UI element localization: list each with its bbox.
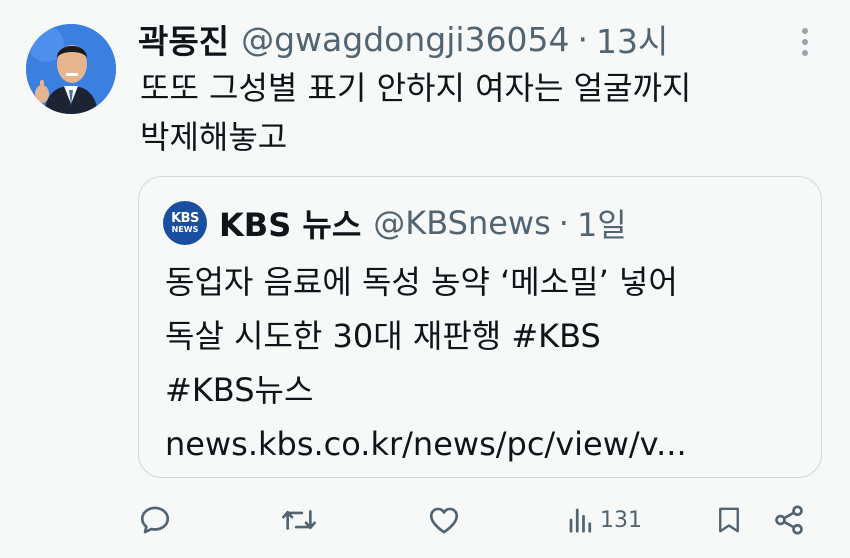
separator-dot: · — [558, 204, 569, 242]
views-count: 131 — [600, 507, 642, 533]
kbs-news-logo-icon[interactable]: KBS NEWS — [163, 201, 207, 245]
quoted-text-line: 동업자 음료에 독성 농약 ‘메소밀’ 넣어 — [165, 263, 678, 301]
reply-icon — [140, 506, 170, 534]
avatar[interactable] — [26, 24, 116, 114]
quoted-text-line: 독살 시도한 30대 재판행 #KBS — [165, 317, 601, 355]
quoted-tweet-time[interactable]: 1일 — [577, 200, 627, 246]
quoted-tweet-header: KBS NEWS KBS 뉴스 @KBSnews · 1일 — [163, 199, 627, 247]
quoted-text-link[interactable]: news.kbs.co.kr/news/pc/view/v... — [165, 417, 805, 471]
like-icon — [429, 507, 459, 534]
reply-button[interactable] — [138, 500, 172, 540]
author-name[interactable]: 곽동진 — [138, 15, 229, 63]
quoted-tweet-card[interactable]: KBS NEWS KBS 뉴스 @KBSnews · 1일 동업자 음료에 독성… — [138, 176, 822, 478]
bookmark-button[interactable] — [714, 500, 744, 540]
like-button[interactable] — [426, 500, 462, 540]
bookmark-icon — [719, 507, 739, 533]
tweet-text: 또또 그성별 표기 안하지 여자는 얼굴까지 박제해놓고 — [140, 64, 780, 162]
tweet-text-line: 박제해놓고 — [140, 118, 288, 156]
avatar-image — [26, 24, 116, 114]
tweet-text-line: 또또 그성별 표기 안하지 여자는 얼굴까지 — [140, 69, 692, 107]
logo-text: KBS — [171, 211, 199, 226]
share-button[interactable] — [772, 500, 806, 540]
retweet-button[interactable] — [280, 500, 318, 540]
action-bar: 131 — [0, 496, 850, 546]
quoted-author-handle[interactable]: @KBSnews — [373, 204, 551, 242]
more-icon[interactable] — [792, 22, 818, 62]
author-handle[interactable]: @gwagdongji36054 — [241, 20, 569, 59]
share-icon — [775, 505, 803, 535]
quoted-author-name[interactable]: KBS 뉴스 — [219, 200, 361, 246]
quoted-tweet-text: 동업자 음료에 독성 농약 ‘메소밀’ 넣어 독살 시도한 30대 재판행 #K… — [165, 255, 805, 471]
logo-subtext: NEWS — [171, 225, 199, 234]
tweet-header: 곽동진 @gwagdongji36054 · 13시 — [138, 14, 668, 64]
tweet-time[interactable]: 13시 — [596, 15, 668, 63]
views-button[interactable]: 131 — [566, 500, 642, 540]
separator-dot: · — [577, 19, 589, 59]
retweet-icon — [282, 510, 316, 530]
views-icon — [569, 508, 592, 533]
quoted-text-line: #KBS뉴스 — [165, 371, 314, 409]
